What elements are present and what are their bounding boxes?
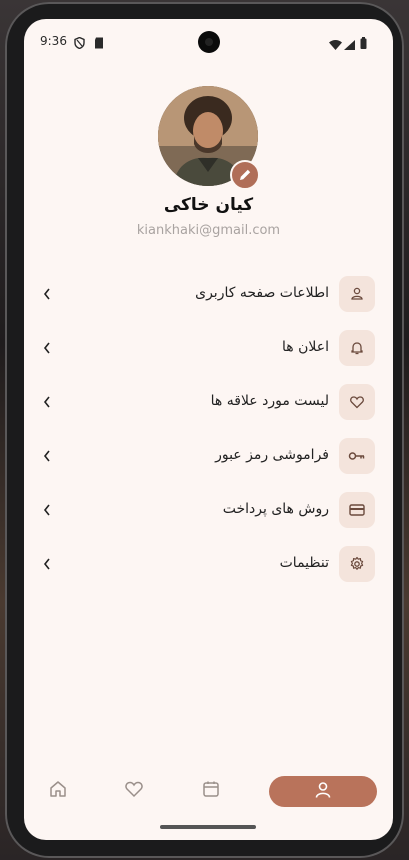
user-icon — [339, 276, 375, 312]
signal-icon — [344, 35, 355, 54]
chevron-left-icon — [42, 340, 52, 359]
pencil-icon — [239, 166, 252, 185]
home-icon — [48, 779, 68, 803]
chevron-left-icon — [42, 556, 52, 575]
menu-item-label: اطلاعات صفحه کاربری — [195, 285, 329, 301]
chevron-left-icon — [42, 286, 52, 305]
chevron-left-icon — [42, 394, 52, 413]
phone-frame: 9:36 کیان خاکی kiankhaki@gmail.com اطلاع… — [5, 2, 404, 858]
chevron-left-icon — [42, 502, 52, 521]
profile-email: kiankhaki@gmail.com — [136, 223, 281, 238]
screen: 9:36 کیان خاکی kiankhaki@gmail.com اطلاع… — [24, 19, 393, 840]
nav-favorites-button[interactable] — [118, 775, 150, 807]
menu-item-label: اعلان ها — [282, 339, 329, 355]
chevron-left-icon — [42, 448, 52, 467]
menu-item-label: تنظیمات — [279, 555, 329, 571]
sd-card-icon — [94, 34, 104, 53]
vpn-shield-icon — [74, 34, 85, 53]
menu-item-payment-methods[interactable]: روش های پرداخت — [40, 492, 375, 528]
profile-avatar-container — [158, 86, 260, 190]
menu-item-profile-info[interactable]: اطلاعات صفحه کاربری — [40, 276, 375, 312]
bell-icon — [339, 330, 375, 366]
menu-item-label: فراموشی رمز عبور — [215, 447, 329, 463]
edit-avatar-button[interactable] — [230, 160, 260, 190]
menu-item-settings[interactable]: تنظیمات — [40, 546, 375, 582]
key-icon — [339, 438, 375, 474]
user-icon — [313, 780, 333, 804]
nav-calendar-button[interactable] — [195, 775, 227, 807]
nav-home-button[interactable] — [42, 775, 74, 807]
status-bar: 9:36 — [24, 19, 393, 63]
card-icon — [339, 492, 375, 528]
nav-profile-button[interactable] — [269, 776, 377, 807]
profile-name: کیان خاکی — [163, 195, 254, 215]
front-camera — [198, 31, 220, 53]
status-time: 9:36 — [40, 34, 67, 48]
bottom-navigation — [24, 771, 393, 811]
heart-icon — [124, 780, 144, 802]
calendar-icon — [202, 780, 220, 802]
menu-item-label: لیست مورد علاقه ها — [210, 393, 329, 409]
menu-item-label: روش های پرداخت — [222, 501, 329, 517]
menu-item-notifications[interactable]: اعلان ها — [40, 330, 375, 366]
home-indicator[interactable] — [160, 825, 256, 829]
menu-item-forgot-password[interactable]: فراموشی رمز عبور — [40, 438, 375, 474]
gear-icon — [339, 546, 375, 582]
battery-icon — [360, 34, 367, 53]
menu-item-favorites[interactable]: لیست مورد علاقه ها — [40, 384, 375, 420]
heart-icon — [339, 384, 375, 420]
wifi-icon — [329, 35, 342, 54]
